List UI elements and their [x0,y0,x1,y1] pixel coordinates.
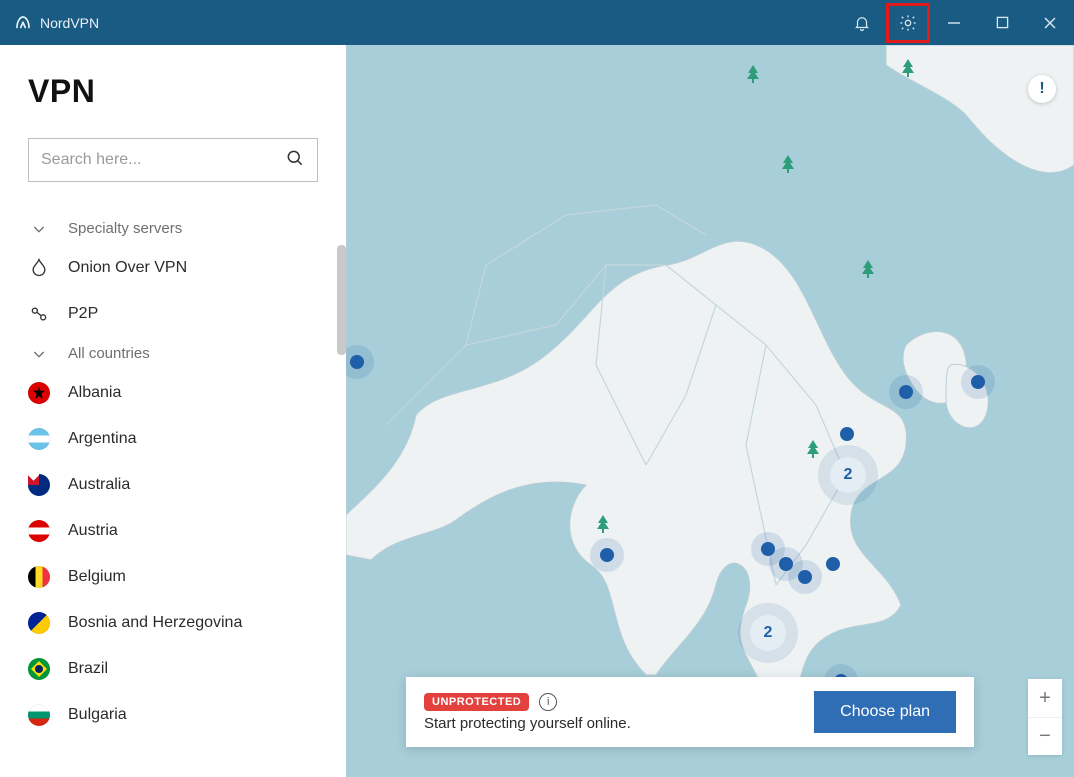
country-label: Bulgaria [68,706,127,724]
map-server-marker[interactable] [971,375,985,389]
country-bosnia[interactable]: Bosnia and Herzegovina [28,600,318,646]
minimize-button[interactable] [930,0,978,45]
map-land [346,45,1074,777]
specialty-servers-label: Specialty servers [68,220,182,237]
status-badge: UNPROTECTED [424,693,529,711]
search-icon [285,148,305,173]
map-cluster[interactable]: 2 [750,615,786,651]
server-label: P2P [68,305,98,323]
sidebar: VPN Specialty servers Onion Over VPN [0,45,346,777]
server-onion-over-vpn[interactable]: Onion Over VPN [28,245,318,291]
country-argentina[interactable]: Argentina [28,416,318,462]
country-label: Belgium [68,568,126,586]
map-cluster[interactable]: 2 [830,457,866,493]
app-title: NordVPN [40,15,99,31]
status-text: UNPROTECTED i Start protecting yourself … [424,693,800,732]
country-label: Brazil [68,660,108,678]
country-bulgaria[interactable]: Bulgaria [28,692,318,738]
zoom-controls: + − [1028,679,1062,755]
zoom-in-button[interactable]: + [1028,679,1062,717]
all-countries-toggle[interactable]: All countries [28,337,318,370]
map-server-marker[interactable] [798,570,812,584]
flag-icon [28,474,50,496]
tree-icon [806,440,820,463]
flag-icon [28,382,50,404]
chevron-down-icon [28,221,50,237]
maximize-icon [996,16,1009,29]
server-p2p[interactable]: P2P [28,291,318,337]
flag-icon [28,704,50,726]
flag-icon [28,612,50,634]
server-label: Onion Over VPN [68,259,187,277]
status-message: Start protecting yourself online. [424,715,800,732]
maximize-button[interactable] [978,0,1026,45]
country-belgium[interactable]: Belgium [28,554,318,600]
tree-icon [596,515,610,538]
search-input[interactable] [41,151,285,169]
alert-icon: ! [1039,80,1044,98]
country-label: Albania [68,384,121,402]
map-server-marker[interactable] [899,385,913,399]
country-label: Argentina [68,430,137,448]
bell-icon [853,14,871,32]
p2p-icon [28,303,50,325]
flag-icon [28,520,50,542]
app-logo: NordVPN [14,14,99,32]
cluster-count: 2 [844,466,853,484]
all-countries-label: All countries [68,345,150,362]
country-label: Australia [68,476,130,494]
zoom-out-button[interactable]: − [1028,717,1062,755]
map-server-marker[interactable] [350,355,364,369]
cluster-count: 2 [764,624,773,642]
gear-icon [898,13,918,33]
choose-plan-button[interactable]: Choose plan [814,691,956,733]
status-card: UNPROTECTED i Start protecting yourself … [406,677,974,747]
flag-icon [28,658,50,680]
nordvpn-icon [14,14,32,32]
country-albania[interactable]: Albania [28,370,318,416]
tree-icon [901,59,915,82]
tree-icon [781,155,795,178]
country-australia[interactable]: Australia [28,462,318,508]
search-box[interactable] [28,138,318,182]
onion-icon [28,257,50,279]
sidebar-scrollbar[interactable] [337,245,346,355]
country-austria[interactable]: Austria [28,508,318,554]
close-button[interactable] [1026,0,1074,45]
settings-button[interactable] [886,3,930,43]
sidebar-heading: VPN [28,73,318,110]
tree-icon [861,260,875,283]
map-pane[interactable]: 2 2 ! UNPROTECTED i Start protecting you… [346,45,1074,777]
flag-icon [28,566,50,588]
tree-icon [746,65,760,88]
info-icon[interactable]: i [539,693,557,711]
notifications-button[interactable] [838,0,886,45]
content: VPN Specialty servers Onion Over VPN [0,45,1074,777]
country-label: Austria [68,522,118,540]
map-server-marker[interactable] [840,427,854,441]
specialty-servers-toggle[interactable]: Specialty servers [28,212,318,245]
minimize-icon [947,16,961,30]
chevron-down-icon [28,346,50,362]
titlebar: NordVPN [0,0,1074,45]
close-icon [1043,16,1057,30]
map-server-marker[interactable] [826,557,840,571]
country-label: Bosnia and Herzegovina [68,614,242,632]
map-server-marker[interactable] [600,548,614,562]
flag-icon [28,428,50,450]
map-alert-badge[interactable]: ! [1028,75,1056,103]
country-brazil[interactable]: Brazil [28,646,318,692]
